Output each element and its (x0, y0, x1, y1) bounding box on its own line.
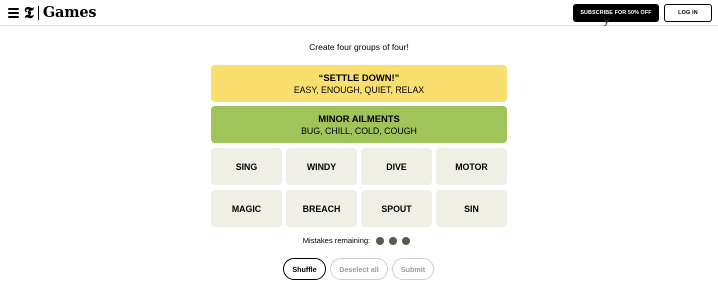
word-tile[interactable]: BREACH (286, 190, 357, 227)
subscribe-button[interactable]: SUBSCRIBE FOR 50% OFF (573, 4, 659, 22)
logo-divider (37, 6, 39, 20)
word-tile[interactable]: DIVE (361, 148, 432, 185)
partial-header-text: y (604, 16, 609, 27)
word-tile[interactable]: SIN (436, 190, 507, 227)
word-tile[interactable]: SING (211, 148, 282, 185)
mistake-dot (389, 236, 398, 245)
mistake-dots (376, 236, 415, 245)
solved-group-green: MINOR AILMENTS BUG, CHILL, COLD, COUGH (211, 106, 507, 143)
mistake-dot (376, 236, 385, 245)
group-title: “SETTLE DOWN!” (318, 71, 400, 83)
login-button[interactable]: LOG IN (664, 4, 712, 22)
menu-icon[interactable] (8, 8, 19, 18)
word-tile[interactable]: WINDY (286, 148, 357, 185)
mistakes-remaining: Mistakes remaining: (0, 236, 718, 245)
mistake-dot (402, 236, 411, 245)
solved-group-yellow: “SETTLE DOWN!” EASY, ENOUGH, QUIET, RELA… (211, 65, 507, 102)
nyt-logo-mark: 𝕿 (24, 3, 34, 22)
group-title: MINOR AILMENTS (318, 112, 400, 124)
word-tile[interactable]: MOTOR (436, 148, 507, 185)
word-tile[interactable]: SPOUT (361, 190, 432, 227)
games-wordmark: Games (42, 4, 97, 21)
word-tile[interactable]: MAGIC (211, 190, 282, 227)
instructions-text: Create four groups of four! (309, 42, 409, 52)
mistakes-label: Mistakes remaining: (302, 236, 371, 245)
top-header: 𝕿 Games SUBSCRIBE FOR 50% OFF LOG IN (0, 0, 718, 26)
shuffle-button[interactable]: Shuffle (283, 258, 326, 280)
deselect-all-button[interactable]: Deselect all (330, 258, 388, 280)
submit-button[interactable]: Submit (392, 258, 434, 280)
nyt-games-logo[interactable]: 𝕿 Games (24, 3, 97, 23)
group-members: EASY, ENOUGH, QUIET, RELAX (293, 84, 425, 95)
group-members: BUG, CHILL, COLD, COUGH (301, 125, 417, 136)
